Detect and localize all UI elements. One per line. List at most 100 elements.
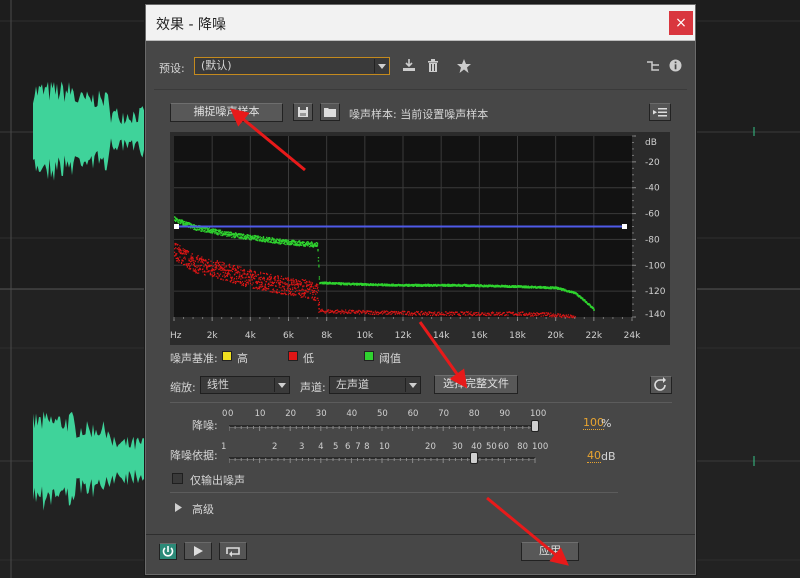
threshold-point [318, 266, 320, 268]
apply-button[interactable]: 应用 [521, 542, 579, 561]
reset-button[interactable] [650, 376, 672, 394]
low-point [219, 278, 222, 280]
threshold-point [293, 240, 296, 243]
low-point [177, 258, 179, 260]
low-point [293, 284, 295, 286]
low-point [193, 262, 195, 265]
low-point [398, 313, 401, 315]
select-entire-file-button[interactable]: 选择完整文件 [434, 375, 518, 394]
low-point [292, 287, 294, 289]
low-point [227, 269, 230, 272]
low-point [187, 250, 190, 253]
info-icon[interactable] [669, 59, 682, 72]
loop-toggle-button[interactable] [219, 542, 247, 560]
low-point [261, 283, 263, 286]
low-point [400, 312, 402, 314]
open-sample-button[interactable] [320, 103, 340, 121]
low-point [308, 284, 310, 286]
play-icon [194, 546, 203, 556]
save-sample-button[interactable] [293, 103, 313, 121]
threshold-point [593, 307, 595, 309]
reduce-by-slider-thumb[interactable] [469, 452, 478, 464]
graph-menu-button[interactable] [649, 103, 671, 121]
low-point [288, 292, 291, 294]
low-point [475, 314, 477, 317]
low-point [286, 285, 288, 287]
low-point [355, 312, 357, 314]
reduce-by-value[interactable]: 40 [587, 450, 601, 463]
low-point [270, 277, 272, 279]
low-point [302, 289, 304, 291]
low-point [185, 251, 187, 253]
low-point [264, 289, 266, 291]
low-point [248, 276, 251, 279]
routing-icon[interactable] [646, 59, 660, 73]
low-point [411, 312, 413, 314]
low-point [230, 266, 232, 268]
output-noise-only-checkbox[interactable] [172, 473, 183, 484]
import-icon[interactable] [402, 58, 416, 72]
low-point [188, 263, 191, 265]
low-point [435, 313, 437, 315]
preview-play-button[interactable] [184, 542, 212, 560]
low-point [311, 289, 313, 291]
threshold-point [179, 219, 181, 221]
low-point [184, 258, 186, 260]
low-point [386, 310, 388, 312]
low-point [395, 312, 397, 314]
low-point [215, 263, 217, 265]
low-point [378, 311, 380, 314]
x-tick-label: 22k [585, 331, 602, 341]
low-point [206, 268, 208, 270]
threshold-point [514, 285, 517, 287]
threshold-point [317, 250, 319, 252]
star-icon[interactable] [457, 59, 471, 73]
slider-tick-label: 7 [355, 442, 361, 452]
legend-item-threshold: 阈值 [379, 352, 401, 365]
channel-value: 左声道 [336, 378, 369, 391]
low-point [300, 294, 302, 297]
low-point [487, 312, 489, 314]
low-point [396, 311, 398, 313]
title-bar[interactable]: 效果 - 降噪 × [146, 5, 695, 41]
low-point [498, 312, 500, 315]
save-icon [298, 107, 308, 117]
low-point [265, 272, 268, 275]
threshold-point [279, 238, 281, 240]
low-point [178, 251, 181, 253]
low-point [237, 267, 239, 269]
low-point [302, 296, 304, 298]
low-point [542, 315, 544, 317]
curve-handle-right[interactable] [622, 224, 627, 229]
low-point [216, 261, 218, 264]
channel-dropdown[interactable]: 左声道 [329, 376, 421, 394]
low-point [226, 279, 229, 281]
effect-power-button[interactable] [159, 543, 177, 560]
capture-noise-sample-button[interactable]: 捕捉噪声样本 [170, 103, 283, 122]
reduction-slider-ticks [229, 426, 536, 431]
threshold-point [307, 241, 310, 243]
low-point [369, 313, 371, 315]
low-point [529, 313, 531, 315]
threshold-point [201, 228, 204, 231]
low-point [201, 256, 203, 258]
low-point [243, 269, 245, 271]
reduction-slider-thumb[interactable] [531, 420, 539, 432]
low-point [240, 266, 242, 268]
trash-icon[interactable] [427, 59, 439, 73]
scale-dropdown[interactable]: 线性 [200, 376, 290, 394]
advanced-section-label[interactable]: 高级 [192, 501, 214, 517]
low-point [235, 276, 238, 278]
curve-handle-left[interactable] [174, 224, 179, 229]
low-point [434, 311, 436, 313]
close-button[interactable]: × [669, 11, 693, 35]
noise-profile-graph[interactable]: Hz 2k 4k 6k 8k 10k 12k 14k 16k 18k 20k 22k 24k dB -20 -… [170, 132, 670, 345]
preset-dropdown[interactable]: (默认) [194, 57, 390, 75]
low-point [266, 288, 268, 290]
low-point [179, 245, 181, 247]
low-point [223, 266, 225, 268]
expand-arrow-icon[interactable] [175, 503, 183, 512]
low-point [519, 311, 521, 313]
slider-tick-label: 20 [285, 409, 297, 419]
low-point [223, 263, 225, 265]
